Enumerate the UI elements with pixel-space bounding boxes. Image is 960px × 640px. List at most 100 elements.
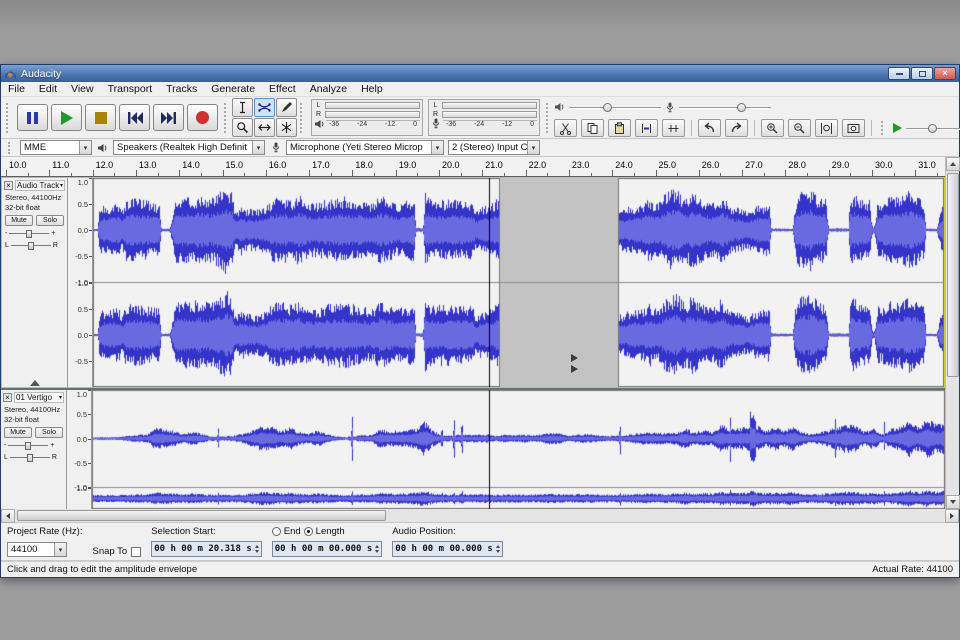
minimize-button[interactable]	[888, 67, 910, 80]
toolbar-grip[interactable]	[300, 103, 305, 133]
output-volume-slider[interactable]	[569, 102, 661, 113]
record-button[interactable]	[187, 104, 218, 131]
audio-host-select[interactable]: MME ▾	[20, 140, 92, 155]
zoom-tool-button[interactable]	[232, 118, 253, 137]
selection-tool-button[interactable]	[232, 98, 253, 117]
track1-waveform[interactable]	[93, 178, 944, 387]
timeline-label: 18.0	[355, 160, 373, 170]
selection-length-field[interactable]: 00 h 00 m 00.000 s	[272, 541, 383, 557]
spinner-icon[interactable]	[255, 545, 259, 553]
timeline-label: 13.0	[139, 160, 157, 170]
audio-position-field[interactable]: 00 h 00 m 00.000 s	[392, 541, 503, 557]
play-button[interactable]	[51, 104, 82, 131]
length-radio[interactable]	[304, 527, 313, 536]
track2-solo-button[interactable]: Solo	[35, 427, 63, 438]
track1-vertical-ruler[interactable]: 1.00.50.0-0.5-1.01.00.50.0-0.5	[68, 178, 93, 387]
track1-collapse-button[interactable]	[30, 380, 40, 386]
track1-solo-button[interactable]: Solo	[36, 215, 64, 226]
redo-icon	[730, 122, 743, 135]
spinner-icon[interactable]	[496, 545, 500, 553]
menu-effect[interactable]: Effect	[262, 82, 303, 97]
maximize-button[interactable]	[911, 67, 933, 80]
track1-mute-button[interactable]: Mute	[5, 215, 33, 226]
vertical-scrollbar-thumb[interactable]	[947, 173, 959, 377]
horizontal-scrollbar[interactable]	[1, 509, 959, 523]
trim-audio-button[interactable]	[635, 119, 658, 137]
close-button[interactable]: ×	[934, 67, 956, 80]
paste-button[interactable]	[608, 119, 631, 137]
timeshift-tool-button[interactable]	[254, 118, 275, 137]
track1-title-menu[interactable]: Audio Track▾	[15, 180, 65, 191]
scroll-down-button[interactable]	[946, 495, 960, 509]
zoom-out-button[interactable]	[788, 119, 811, 137]
redo-button[interactable]	[725, 119, 748, 137]
track2-mute-button[interactable]: Mute	[4, 427, 32, 438]
track1-pan-slider[interactable]	[11, 241, 51, 250]
silence-audio-button[interactable]	[662, 119, 685, 137]
pan-slider-thumb[interactable]	[27, 454, 33, 462]
undo-button[interactable]	[698, 119, 721, 137]
stop-button[interactable]	[85, 104, 116, 131]
fit-selection-button[interactable]	[815, 119, 838, 137]
end-radio[interactable]	[272, 527, 281, 536]
menu-tracks[interactable]: Tracks	[159, 82, 204, 97]
fit-project-button[interactable]	[842, 119, 865, 137]
menu-view[interactable]: View	[64, 82, 101, 97]
menu-generate[interactable]: Generate	[204, 82, 262, 97]
recording-channels-select[interactable]: 2 (Stereo) Input C ▾	[448, 140, 540, 155]
output-volume-slider-thumb[interactable]	[603, 103, 612, 112]
toolbar-grip[interactable]	[224, 103, 229, 133]
skip-to-end-button[interactable]	[153, 104, 184, 131]
pause-button[interactable]	[17, 104, 48, 131]
menu-help[interactable]: Help	[354, 82, 390, 97]
playback-device-select[interactable]: Speakers (Realtek High Definit ▾	[113, 140, 265, 155]
mixer-toolbar	[554, 98, 957, 116]
cut-button[interactable]	[554, 119, 577, 137]
input-volume-slider[interactable]	[679, 102, 771, 113]
toolbar-grip[interactable]	[546, 103, 551, 133]
play-speed-slider-thumb[interactable]	[928, 124, 937, 133]
toolbar-grip[interactable]	[881, 121, 886, 135]
scroll-up-button[interactable]	[946, 157, 960, 171]
toolbar-grip[interactable]	[8, 142, 13, 154]
track1-gain-slider[interactable]	[9, 229, 49, 238]
menu-analyze[interactable]: Analyze	[303, 82, 354, 97]
track2-gain-slider[interactable]	[8, 441, 48, 450]
project-rate-select[interactable]: 44100 ▾	[7, 542, 67, 557]
skip-to-start-button[interactable]	[119, 104, 150, 131]
draw-tool-button[interactable]	[276, 98, 297, 117]
vertical-scrollbar[interactable]	[945, 157, 959, 509]
timeline-ruler[interactable]: 10.011.012.013.014.015.016.017.018.019.0…	[1, 157, 945, 177]
input-volume-slider-thumb[interactable]	[737, 103, 746, 112]
menu-edit[interactable]: Edit	[32, 82, 64, 97]
recording-device-select[interactable]: Microphone (Yeti Stereo Microp ▾	[286, 140, 444, 155]
track2-title-menu[interactable]: 01 Vertigo▾	[14, 392, 64, 403]
spinner-icon[interactable]	[375, 545, 379, 553]
zoom-in-button[interactable]	[761, 119, 784, 137]
recording-meter[interactable]: L R -36-24-120	[428, 99, 540, 136]
snap-to-checkbox[interactable]	[131, 547, 141, 557]
playback-meter[interactable]: L R -36-24-120	[311, 99, 423, 136]
track2-vertical-ruler[interactable]: 1.00.50.0-0.5-1.01.0	[67, 390, 92, 509]
scroll-left-button[interactable]	[1, 509, 15, 523]
pan-slider-thumb[interactable]	[28, 242, 34, 250]
menu-file[interactable]: File	[1, 82, 32, 97]
play-speed-slider[interactable]	[906, 123, 960, 134]
track-close-icon[interactable]: ×	[4, 181, 13, 190]
title-bar[interactable]: Audacity ×	[1, 65, 959, 82]
menu-transport[interactable]: Transport	[101, 82, 160, 97]
track-close-icon[interactable]: ×	[3, 393, 12, 402]
play-at-speed-button[interactable]	[893, 123, 902, 133]
timeline-label: 15.0	[226, 160, 244, 170]
multi-tool-button[interactable]	[276, 118, 297, 137]
toolbar-grip[interactable]	[6, 103, 11, 133]
horizontal-scrollbar-thumb[interactable]	[17, 510, 386, 521]
selection-start-field[interactable]: 00 h 00 m 20.318 s	[151, 541, 262, 557]
copy-button[interactable]	[581, 119, 604, 137]
gain-slider-thumb[interactable]	[26, 230, 32, 238]
track2-pan-slider[interactable]	[10, 453, 50, 462]
scroll-right-button[interactable]	[945, 509, 959, 523]
gain-slider-thumb[interactable]	[25, 442, 31, 450]
track2-waveform[interactable]	[92, 390, 945, 509]
envelope-tool-button[interactable]	[254, 98, 275, 117]
